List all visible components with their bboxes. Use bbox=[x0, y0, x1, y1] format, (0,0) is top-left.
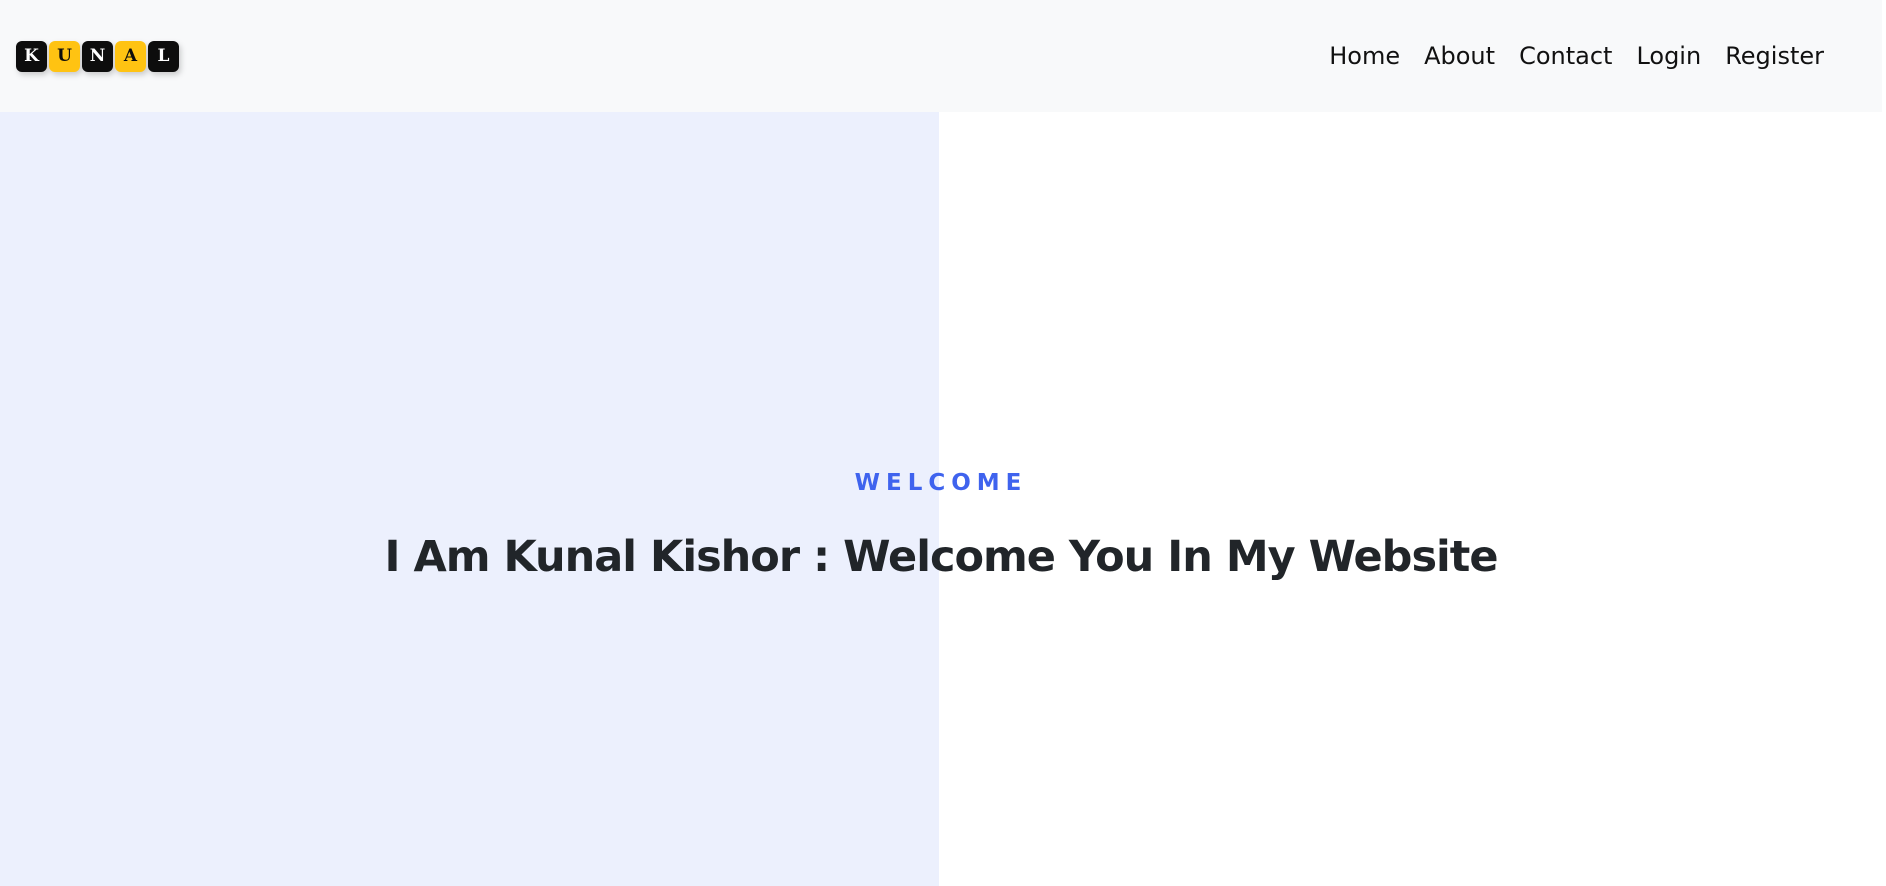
logo-tile-n: N bbox=[82, 40, 113, 72]
page: K U N A L Home About Contact Login Regis… bbox=[0, 0, 1886, 886]
logo-tile-k: K bbox=[16, 40, 47, 72]
hero-headline: I Am Kunal Kishor : Welcome You In My We… bbox=[384, 532, 1498, 582]
hero-eyebrow: WELCOME bbox=[854, 470, 1028, 496]
logo-tile-l: L bbox=[148, 40, 179, 72]
nav-link-home[interactable]: Home bbox=[1329, 42, 1400, 70]
nav-menu: Home About Contact Login Register bbox=[1329, 42, 1824, 70]
hero-content: WELCOME I Am Kunal Kishor : Welcome You … bbox=[0, 112, 1882, 886]
nav-link-contact[interactable]: Contact bbox=[1519, 42, 1612, 70]
navbar: K U N A L Home About Contact Login Regis… bbox=[0, 0, 1882, 112]
nav-link-login[interactable]: Login bbox=[1636, 42, 1701, 70]
logo-tile-a: A bbox=[115, 40, 146, 72]
nav-link-about[interactable]: About bbox=[1424, 42, 1495, 70]
logo-tile-u: U bbox=[49, 40, 80, 72]
brand-logo[interactable]: K U N A L bbox=[16, 40, 179, 72]
nav-link-register[interactable]: Register bbox=[1725, 42, 1824, 70]
